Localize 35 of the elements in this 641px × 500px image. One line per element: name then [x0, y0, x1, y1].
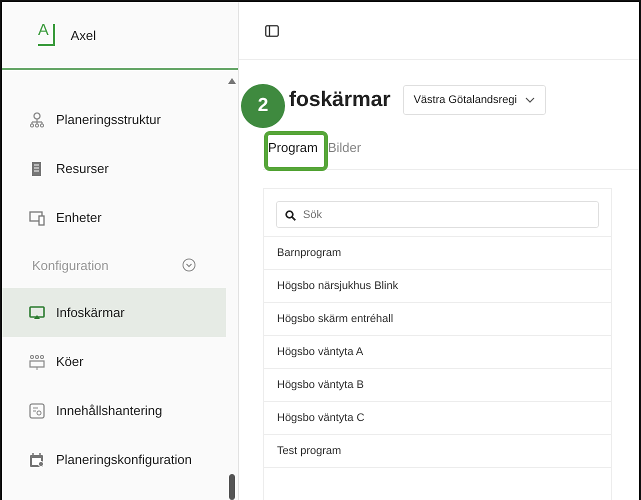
sidebar-item[interactable]: Enheter	[2, 193, 226, 242]
app-logo: A	[38, 24, 55, 46]
sidebar-item[interactable]: Planeringskonfiguration	[2, 435, 226, 484]
nav-icon	[28, 208, 46, 226]
program-item[interactable]: Barnprogram	[264, 237, 611, 270]
page-title: foskärmar	[289, 88, 391, 112]
search-field[interactable]: Sök	[276, 201, 599, 228]
app-name: Axel	[70, 28, 96, 42]
collapse-chevron-icon[interactable]	[182, 258, 196, 272]
sidebar-item[interactable]: Planeringsstruktur	[2, 95, 226, 144]
scroll-up-icon[interactable]	[228, 78, 236, 84]
program-item[interactable]: Högsbo väntyta C	[264, 402, 611, 435]
sidebar-item[interactable]: Infoskärmar	[2, 288, 226, 337]
sidebar-item[interactable]: Innehållshantering	[2, 386, 226, 435]
program-item[interactable]: Högsbo väntyta A	[264, 336, 611, 369]
nav-icon	[28, 110, 46, 128]
tab[interactable]: Bilder	[328, 134, 362, 169]
region-dropdown[interactable]: Västra Götalandsregi	[402, 85, 546, 115]
highlight-frame	[264, 131, 328, 171]
sidebar-toggle-icon[interactable]	[265, 24, 279, 36]
section-label: Konfiguration	[32, 258, 109, 272]
nav-icon	[28, 352, 46, 370]
scrollbar-thumb[interactable]	[229, 474, 235, 500]
step-badge: 2	[241, 84, 285, 128]
program-item[interactable]: Högsbo väntyta B	[264, 369, 611, 402]
nav-icon	[28, 450, 46, 468]
sidebar-item[interactable]: Resurser	[2, 144, 226, 193]
sidebar-item[interactable]: Köer	[2, 337, 226, 386]
chevron-down-icon	[524, 97, 535, 103]
tab[interactable]: Program	[268, 134, 318, 169]
program-item[interactable]: Test program	[264, 435, 611, 468]
program-item[interactable]: Högsbo skärm entréhall	[264, 303, 611, 336]
nav-icon	[28, 402, 46, 420]
nav-icon	[28, 304, 46, 322]
program-item[interactable]: Högsbo närsjukhus Blink	[264, 270, 611, 303]
